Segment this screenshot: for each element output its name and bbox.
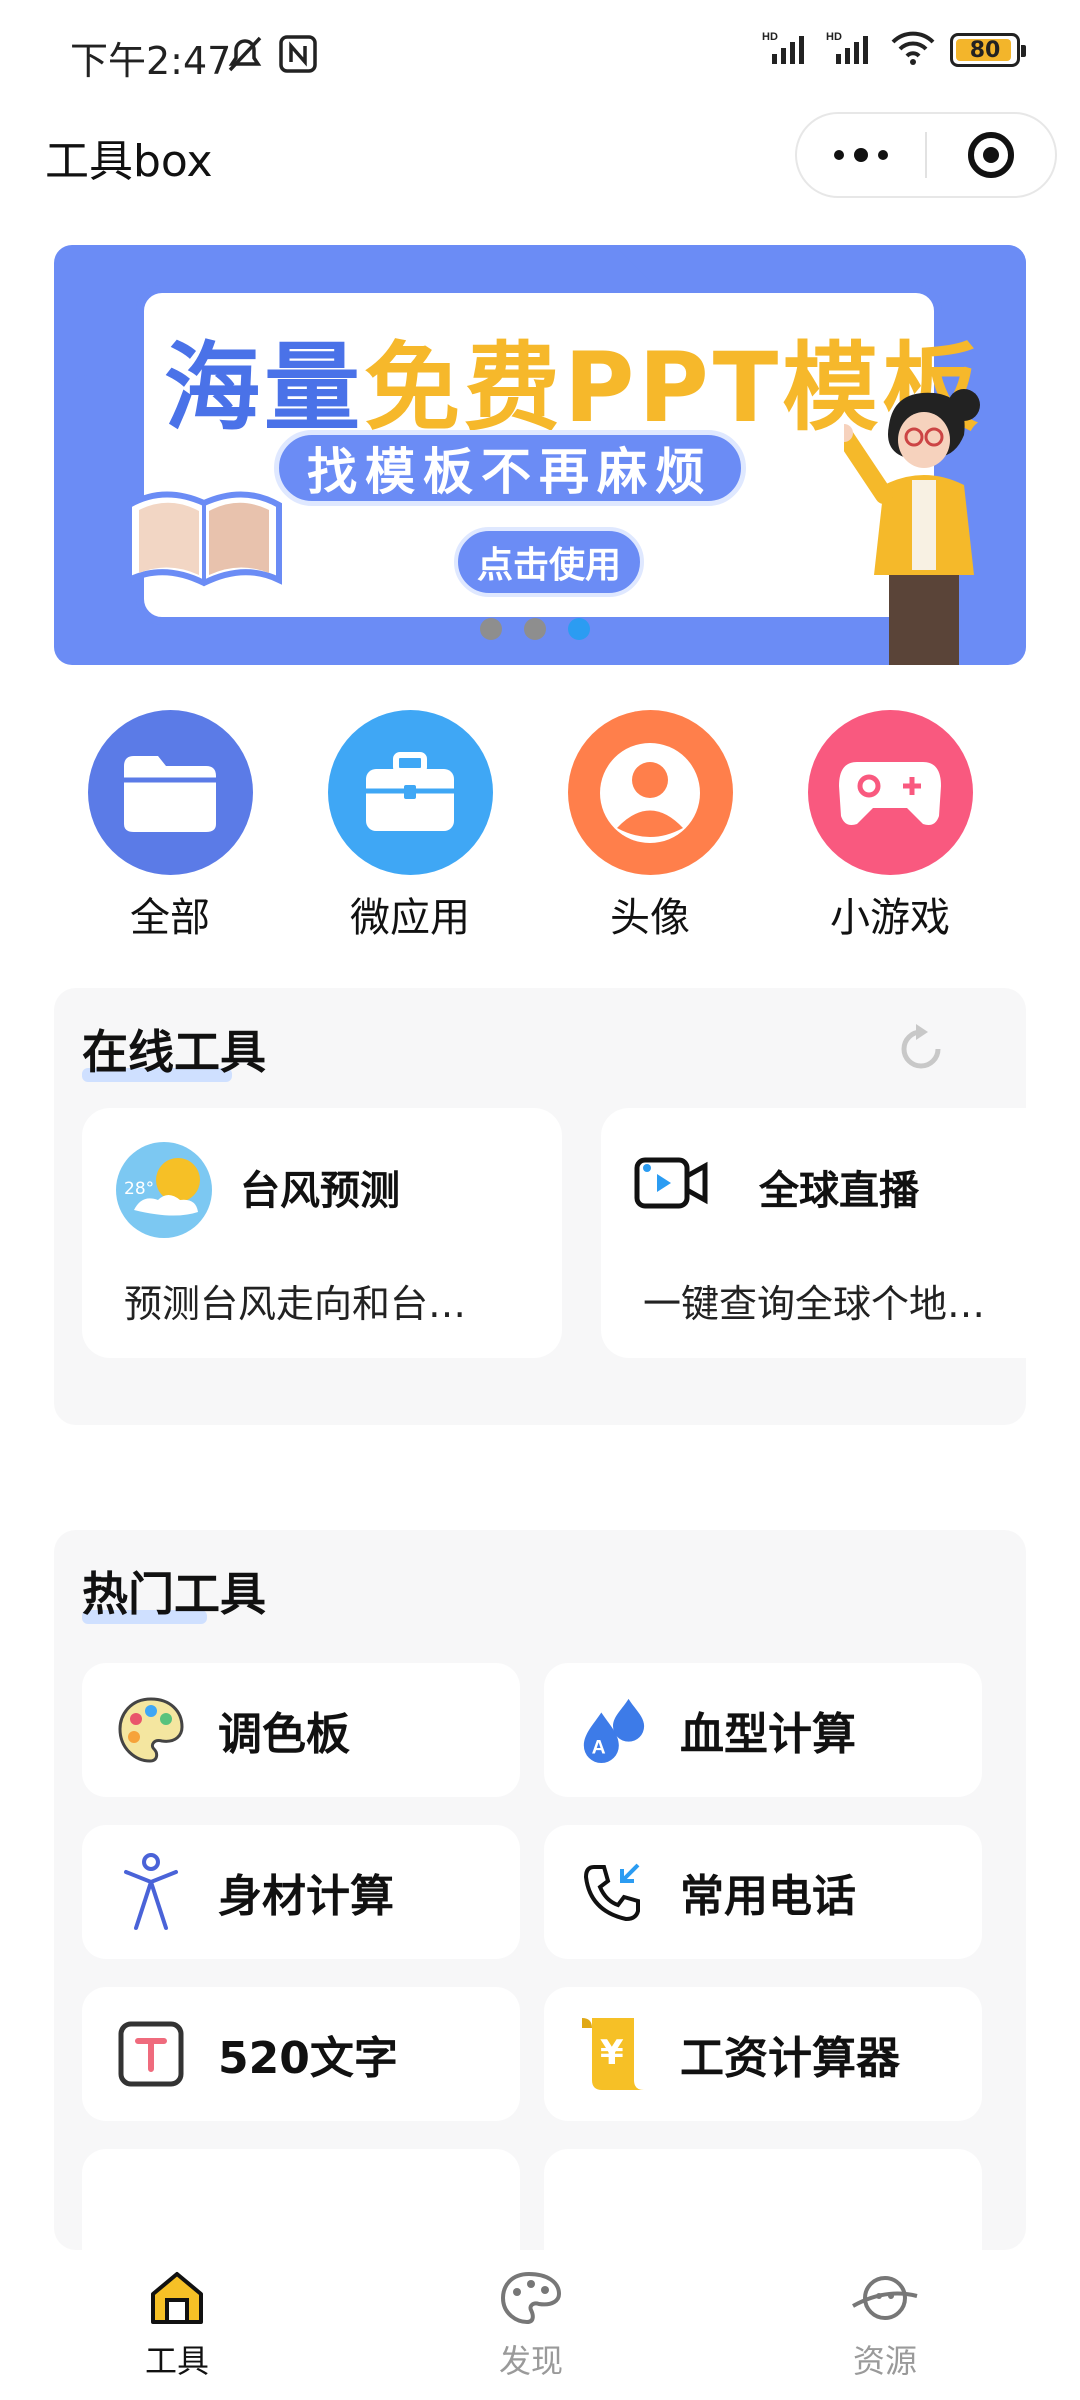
more-options-button[interactable] <box>797 148 925 162</box>
app-title: 工具box <box>45 136 213 187</box>
online-tools-title: 在线工具 <box>82 1016 266 1082</box>
tool-card-desc: 预测台风走向和台… <box>124 1282 467 1326</box>
tab-discover[interactable]: 发现 <box>451 2270 611 2382</box>
tool-salary-calc[interactable]: ¥ 工资计算器 <box>544 1987 982 2121</box>
tool-partial-1[interactable] <box>82 2149 520 2250</box>
folder-icon <box>87 710 253 875</box>
category-avatar[interactable]: 头像 <box>550 710 750 943</box>
banner-headline-part1: 海量 <box>164 332 364 444</box>
girl-character-illustration <box>844 389 980 665</box>
home-icon <box>151 2272 203 2324</box>
palette-discover-icon <box>500 2271 562 2325</box>
banner-pager-dots <box>480 618 590 640</box>
svg-text:A: A <box>592 1736 606 1758</box>
tool-name: 520文字 <box>218 2033 398 2084</box>
user-avatar-icon <box>567 710 733 875</box>
tab-tools[interactable]: 工具 <box>97 2270 257 2382</box>
hot-tools-section: 热门工具 调色板 A 血型计算 身材计算 常用电话 520文字 ¥ 工资计算器 <box>54 1530 1026 2250</box>
svg-text:¥: ¥ <box>600 2033 624 2073</box>
typhoon-weather-icon: 28° <box>114 1140 214 1244</box>
pager-dot-1[interactable] <box>480 618 502 640</box>
gamepad-icon <box>807 710 973 875</box>
tab-label: 资源 <box>852 2342 917 2380</box>
planet-icon <box>852 2276 918 2320</box>
phone-call-icon <box>578 1857 648 1927</box>
svg-text:28°: 28° <box>124 1179 154 1199</box>
tool-name: 常用电话 <box>680 1871 856 1922</box>
tool-card-name: 全球直播 <box>759 1168 919 1214</box>
tool-partial-2[interactable] <box>544 2149 982 2250</box>
category-all[interactable]: 全部 <box>70 710 270 943</box>
category-label: 小游戏 <box>830 895 950 941</box>
status-time: 下午2:47 <box>70 39 232 83</box>
palette-icon <box>116 1695 186 1765</box>
category-label: 全部 <box>130 895 210 941</box>
miniprogram-capsule <box>795 112 1057 198</box>
close-miniprogram-button[interactable] <box>927 132 1055 178</box>
tool-520-text[interactable]: 520文字 <box>82 1987 520 2121</box>
tool-name: 身材计算 <box>218 1871 394 1922</box>
tab-label: 发现 <box>498 2342 563 2380</box>
category-micro-apps[interactable]: 微应用 <box>310 710 510 943</box>
tool-blood-type[interactable]: A 血型计算 <box>544 1663 982 1797</box>
tool-name: 血型计算 <box>680 1709 856 1760</box>
svg-text:HD: HD <box>826 31 842 43</box>
pager-dot-3-active[interactable] <box>568 618 590 640</box>
category-row: 全部 微应用 头像 小游戏 <box>0 710 1080 943</box>
tool-name: 调色板 <box>218 1709 350 1760</box>
battery-icon: 80 <box>950 33 1026 67</box>
more-dots-icon <box>834 150 844 160</box>
svg-text:HD: HD <box>762 31 778 43</box>
battery-level: 80 <box>969 37 1001 63</box>
tool-body-calc[interactable]: 身材计算 <box>82 1825 520 1959</box>
banner-subtitle: 找模板不再麻烦 <box>274 430 746 506</box>
target-circle-icon <box>967 132 1014 178</box>
tab-label: 工具 <box>144 2342 209 2380</box>
wifi-icon <box>890 30 936 70</box>
nfc-icon <box>278 34 318 78</box>
tool-card-typhoon[interactable]: 28° 台风预测 预测台风走向和台… <box>82 1108 562 1358</box>
category-label: 头像 <box>610 895 690 941</box>
tool-palette[interactable]: 调色板 <box>82 1663 520 1797</box>
bottom-tab-bar: 工具 发现 资源 <box>0 2250 1080 2400</box>
open-book-icon <box>126 491 282 587</box>
pager-dot-2[interactable] <box>524 618 546 640</box>
yen-scroll-icon: ¥ <box>578 2018 648 2090</box>
live-camera-icon <box>633 1150 709 1216</box>
text-t-icon <box>116 2019 186 2089</box>
status-bar: 下午2:47 HD HD 80 <box>0 0 1080 110</box>
tab-resources[interactable]: 资源 <box>805 2270 965 2382</box>
tool-card-desc: 一键查询全球个地… <box>643 1282 986 1326</box>
briefcase-icon <box>327 710 493 875</box>
hot-tools-title: 热门工具 <box>82 1558 266 1624</box>
tool-phone[interactable]: 常用电话 <box>544 1825 982 1959</box>
category-label: 微应用 <box>350 895 470 941</box>
blood-drop-icon: A <box>578 1695 648 1765</box>
online-tools-section: 在线工具 28° 台风预测 预测台风走向和台… 全球直播 一键查询全球个地… <box>54 988 1026 1425</box>
mute-bell-icon <box>222 34 268 78</box>
tool-card-live[interactable]: 全球直播 一键查询全球个地… <box>601 1108 1026 1358</box>
promo-banner[interactable]: 海量免费PPT模板 找模板不再麻烦 点击使用 <box>54 245 1026 665</box>
refresh-icon[interactable] <box>894 1022 948 1080</box>
body-figure-icon <box>116 1853 186 1930</box>
tool-card-name: 台风预测 <box>240 1168 400 1214</box>
tool-name: 工资计算器 <box>680 2033 900 2084</box>
category-mini-games[interactable]: 小游戏 <box>790 710 990 943</box>
banner-cta-button[interactable]: 点击使用 <box>454 527 644 597</box>
signal-icon-1: HD <box>762 30 812 70</box>
signal-icon-2: HD <box>826 30 876 70</box>
